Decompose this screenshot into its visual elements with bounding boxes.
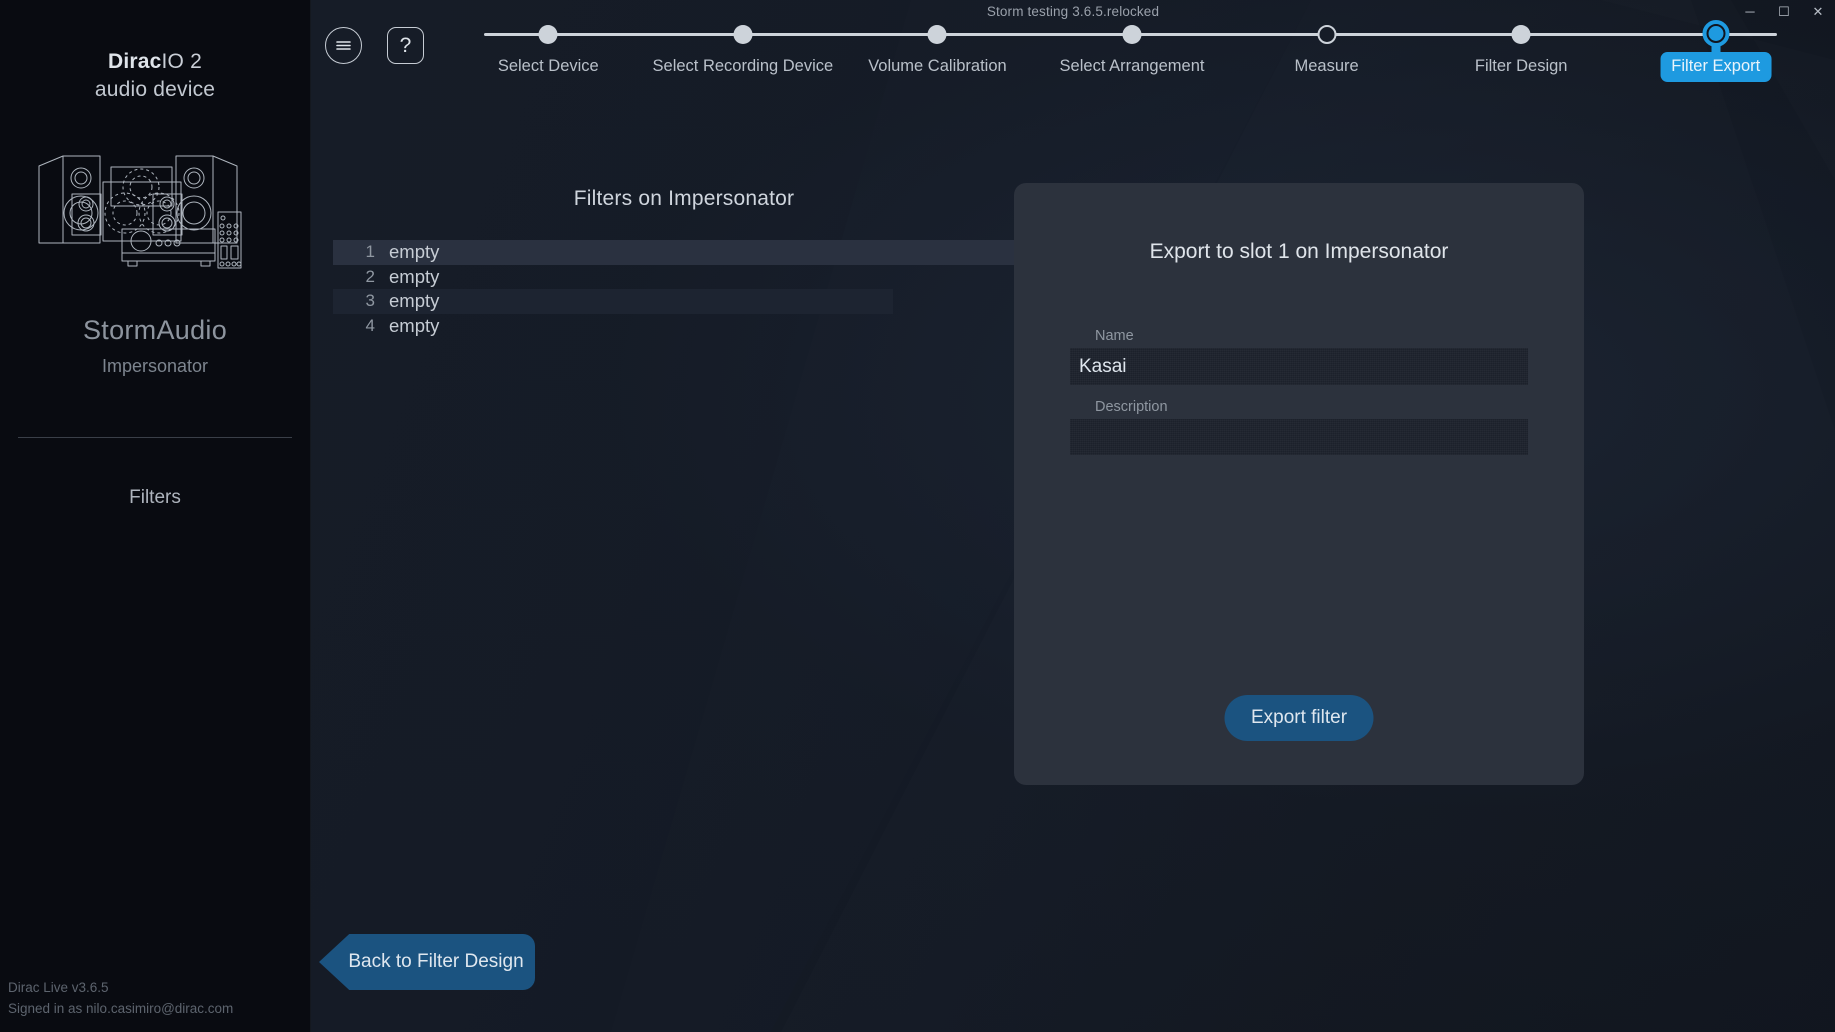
help-button[interactable]: ? — [387, 27, 424, 64]
name-field-label: Name — [1070, 328, 1528, 344]
filter-row-number: 2 — [333, 267, 389, 287]
question-mark-icon: ? — [400, 34, 412, 58]
window-controls: ─ ☐ ✕ — [1733, 0, 1835, 22]
name-input[interactable] — [1070, 348, 1528, 385]
app-version: Dirac Live v3.6.5 — [8, 978, 233, 999]
export-panel: Export to slot 1 on Impersonator Name De… — [1014, 183, 1584, 785]
minimize-icon[interactable]: ─ — [1733, 0, 1767, 22]
brand-name: StormAudio — [0, 315, 310, 346]
sidebar-item-filters[interactable]: Filters — [0, 478, 310, 518]
window-title: Storm testing 3.6.5.relocked — [987, 4, 1159, 19]
filter-row-name: empty — [389, 241, 439, 263]
stepper-step-label: Filter Design — [1475, 57, 1568, 76]
stepper-step-label: Select Arrangement — [1060, 57, 1205, 76]
filters-heading: Filters on Impersonator — [333, 187, 1035, 211]
device-subtitle: audio device — [0, 76, 310, 104]
filters-panel: Filters on Impersonator 1empty2empty3emp… — [333, 187, 1035, 338]
signed-in-user: Signed in as nilo.casimiro@dirac.com — [8, 999, 233, 1020]
main-area: Storm testing 3.6.5.relocked ─ ☐ ✕ ? — [311, 0, 1835, 1032]
sidebar-divider — [18, 437, 292, 438]
stepper-dot-icon — [928, 25, 947, 44]
title-bar: Storm testing 3.6.5.relocked — [311, 0, 1835, 22]
description-field-label: Description — [1070, 399, 1528, 415]
filter-row-name: empty — [389, 315, 439, 337]
description-input[interactable] — [1070, 419, 1528, 455]
filter-row[interactable]: 2empty — [333, 265, 1035, 290]
filter-row-name: empty — [389, 266, 439, 288]
filters-list: 1empty2empty3empty4empty — [333, 240, 1035, 338]
filter-row-number: 4 — [333, 316, 389, 336]
device-title: DiracIO 2 audio device — [0, 48, 310, 103]
close-icon[interactable]: ✕ — [1801, 0, 1835, 22]
name-field-group: Name — [1070, 328, 1528, 385]
device-name-thin: IO 2 — [162, 50, 202, 73]
sidebar-item-label: Filters — [129, 487, 181, 508]
stepper-step-label: Filter Export — [1660, 52, 1771, 82]
stepper-dot-icon — [1512, 25, 1531, 44]
filter-row-number: 1 — [333, 242, 389, 262]
device-name-bold: Dirac — [108, 50, 162, 73]
stepper-dot-icon — [1123, 25, 1142, 44]
speaker-system-illustration — [29, 129, 281, 271]
filter-row[interactable]: 4empty — [333, 314, 1035, 339]
hamburger-menu-button[interactable] — [325, 27, 362, 64]
stepper-step-label: Measure — [1294, 57, 1358, 76]
description-field-group: Description — [1070, 399, 1528, 460]
back-to-filter-design-button[interactable]: Back to Filter Design — [319, 934, 535, 990]
brand-model: Impersonator — [0, 356, 310, 377]
sidebar-nav: Filters — [0, 478, 310, 518]
sidebar-footer: Dirac Live v3.6.5 Signed in as nilo.casi… — [8, 978, 233, 1020]
stepper-step-label: Select Recording Device — [653, 57, 834, 76]
maximize-icon[interactable]: ☐ — [1767, 0, 1801, 22]
stepper-step-label: Select Device — [498, 57, 599, 76]
hamburger-icon — [334, 39, 353, 52]
export-filter-button[interactable]: Export filter — [1225, 695, 1374, 741]
stepper-dot-icon — [539, 25, 558, 44]
stepper-dot-icon — [1702, 20, 1729, 47]
export-panel-title: Export to slot 1 on Impersonator — [1014, 240, 1584, 264]
filter-row-number: 3 — [333, 291, 389, 311]
app-window: DiracIO 2 audio device — [0, 0, 1835, 1032]
stepper-step-label: Volume Calibration — [868, 57, 1007, 76]
brand-block: StormAudio Impersonator — [0, 315, 310, 377]
filter-row[interactable]: 3empty — [333, 289, 893, 314]
stepper-dot-icon — [1317, 25, 1336, 44]
content-area: Filters on Impersonator 1empty2empty3emp… — [311, 93, 1835, 1032]
filter-row[interactable]: 1empty — [333, 240, 1035, 265]
filter-row-name: empty — [389, 290, 439, 312]
sidebar: DiracIO 2 audio device — [0, 0, 311, 1032]
stepper-dot-icon — [733, 25, 752, 44]
